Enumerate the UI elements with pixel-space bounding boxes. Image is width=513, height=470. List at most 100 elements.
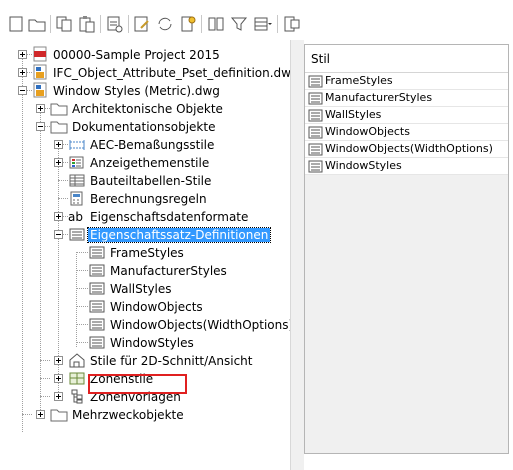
tree-item-bauteiltabellen-stile[interactable]: Bauteiltabellen-Stile (0, 172, 290, 190)
zone-icon (68, 371, 86, 389)
tree-item-wallstyles[interactable]: WallStyles (0, 280, 290, 298)
tree-item-manufacturerstyles[interactable]: ManufacturerStyles (0, 262, 290, 280)
new-icon[interactable] (6, 14, 26, 34)
toolbar (0, 0, 513, 40)
purge-icon[interactable] (104, 14, 124, 34)
expand-icon[interactable] (54, 140, 63, 149)
expand-icon[interactable] (54, 212, 63, 221)
synchronize-icon[interactable] (155, 14, 175, 34)
folder-icon (50, 407, 68, 425)
tree-item-windowobjects-widthoptions[interactable]: WindowObjects(WidthOptions) (0, 316, 290, 334)
expand-icon[interactable] (54, 374, 63, 383)
list-item[interactable]: WallStyles (305, 107, 508, 124)
dimension-icon (68, 137, 86, 155)
tree-item-label: AEC-Bemaßungsstile (90, 138, 215, 152)
expand-icon[interactable] (54, 392, 63, 401)
list-item[interactable]: WindowObjects(WidthOptions) (305, 141, 508, 158)
property-set-icon (68, 227, 86, 245)
property-set-icon (88, 245, 106, 263)
toolbar-separator (100, 15, 101, 33)
tree-item-label: Eigenschaftsdatenformate (90, 210, 249, 224)
expand-icon[interactable] (36, 104, 45, 113)
tree-item-berechnungsregeln[interactable]: Berechnungsregeln (0, 190, 290, 208)
property-set-icon (88, 335, 106, 353)
expand-icon[interactable] (54, 158, 63, 167)
tree-item-window-styles-drawing[interactable]: Window Styles (Metric).dwg (0, 82, 290, 100)
update-icon[interactable] (178, 14, 198, 34)
tree-item-label: Eigenschaftssatz-Definitionen (86, 227, 272, 243)
pane-splitter[interactable] (290, 40, 304, 470)
expand-icon[interactable] (54, 356, 63, 365)
tree-item-windowobjects[interactable]: WindowObjects (0, 298, 290, 316)
expand-icon[interactable] (18, 68, 27, 77)
property-set-icon (308, 109, 323, 125)
property-format-icon: ab (68, 209, 88, 227)
toolbar-separator (128, 15, 129, 33)
edit-style-icon[interactable] (132, 14, 152, 34)
tree-item-aec-bemassungsstile[interactable]: AEC-Bemaßungsstile (0, 136, 290, 154)
expand-icon[interactable] (36, 410, 45, 419)
style-list-pane: Stil FrameStyles ManufacturerStyles Wall… (304, 44, 509, 454)
drawing-icon (32, 64, 48, 83)
drawing-icon (32, 82, 48, 101)
property-set-icon (88, 299, 106, 317)
toolbar-separator (201, 15, 202, 33)
column-header-label: Stil (311, 52, 330, 66)
list-item[interactable]: WindowStyles (305, 158, 508, 175)
list-item[interactable]: FrameStyles (305, 73, 508, 90)
toolbar-separator (50, 15, 51, 33)
list-item[interactable]: WindowObjects (305, 124, 508, 141)
calculation-icon (68, 191, 86, 209)
column-header-stil[interactable]: Stil (305, 45, 508, 73)
collapse-icon[interactable] (18, 86, 27, 95)
tree-item-windowstyles[interactable]: WindowStyles (0, 334, 290, 352)
inline-edit-icon[interactable] (282, 14, 302, 34)
folder-icon (50, 101, 68, 119)
tree-item-label: WindowStyles (110, 336, 194, 350)
list-view-icon[interactable] (206, 14, 226, 34)
list-item[interactable]: ManufacturerStyles (305, 90, 508, 107)
list-item-label: WindowObjects(WidthOptions) (325, 142, 493, 155)
tree-item-label: Dokumentationsobjekte (72, 120, 216, 134)
section-style-icon (68, 352, 86, 371)
display-theme-icon (68, 155, 86, 173)
svg-text:ab: ab (68, 210, 83, 224)
tree-item-label: ManufacturerStyles (110, 264, 227, 278)
tree-item-framestyles[interactable]: FrameStyles (0, 244, 290, 262)
tree-item-ifc-drawing[interactable]: IFC_Object_Attribute_Pset_definition.dwg (0, 64, 290, 82)
open-folder-icon[interactable] (27, 14, 47, 34)
tree-item-dokumentationsobjekte[interactable]: Dokumentationsobjekte (0, 118, 290, 136)
property-set-icon (308, 143, 323, 159)
tree-item-anzeigethemenstile[interactable]: Anzeigethemenstile (0, 154, 290, 172)
property-set-icon (88, 281, 106, 299)
tree-item-stile-2d-schnitt[interactable]: Stile für 2D-Schnitt/Ansicht (0, 352, 290, 370)
copy-icon[interactable] (54, 14, 74, 34)
style-tree[interactable]: 00000-Sample Project 2015 IFC_Object_Att… (0, 40, 290, 470)
collapse-icon[interactable] (54, 230, 63, 239)
tree-item-architektonische-objekte[interactable]: Architektonische Objekte (0, 100, 290, 118)
tree-item-label: IFC_Object_Attribute_Pset_definition.dwg (53, 66, 290, 80)
list-item-label: WindowStyles (325, 159, 402, 172)
tree-item-label: Bauteiltabellen-Stile (90, 174, 212, 188)
highlight-box (88, 374, 187, 394)
tree-item-eigenschaftssatz-definitionen[interactable]: Eigenschaftssatz-Definitionen (0, 226, 290, 244)
filter-icon[interactable] (229, 14, 249, 34)
toolbar-separator (277, 15, 278, 33)
folder-icon (50, 119, 68, 137)
view-options-icon[interactable] (252, 14, 272, 34)
list-item-label: FrameStyles (325, 74, 393, 87)
expand-icon[interactable] (18, 50, 27, 59)
paste-icon[interactable] (77, 14, 97, 34)
tree-item-label: 00000-Sample Project 2015 (53, 48, 220, 62)
tree-item-label: Window Styles (Metric).dwg (53, 84, 220, 98)
tree-item-label: WindowObjects(WidthOptions) (110, 318, 290, 332)
property-set-icon (88, 263, 106, 281)
collapse-icon[interactable] (36, 122, 45, 131)
property-set-icon (88, 317, 106, 335)
zone-template-icon (68, 389, 86, 407)
property-set-icon (308, 75, 323, 91)
tree-item-mehrzweckobjekte[interactable]: Mehrzweckobjekte (0, 406, 290, 424)
list-item-label: WindowObjects (325, 125, 410, 138)
tree-item-sample-project[interactable]: 00000-Sample Project 2015 (0, 46, 290, 64)
tree-item-eigenschaftsdatenformate[interactable]: ab Eigenschaftsdatenformate (0, 208, 290, 226)
